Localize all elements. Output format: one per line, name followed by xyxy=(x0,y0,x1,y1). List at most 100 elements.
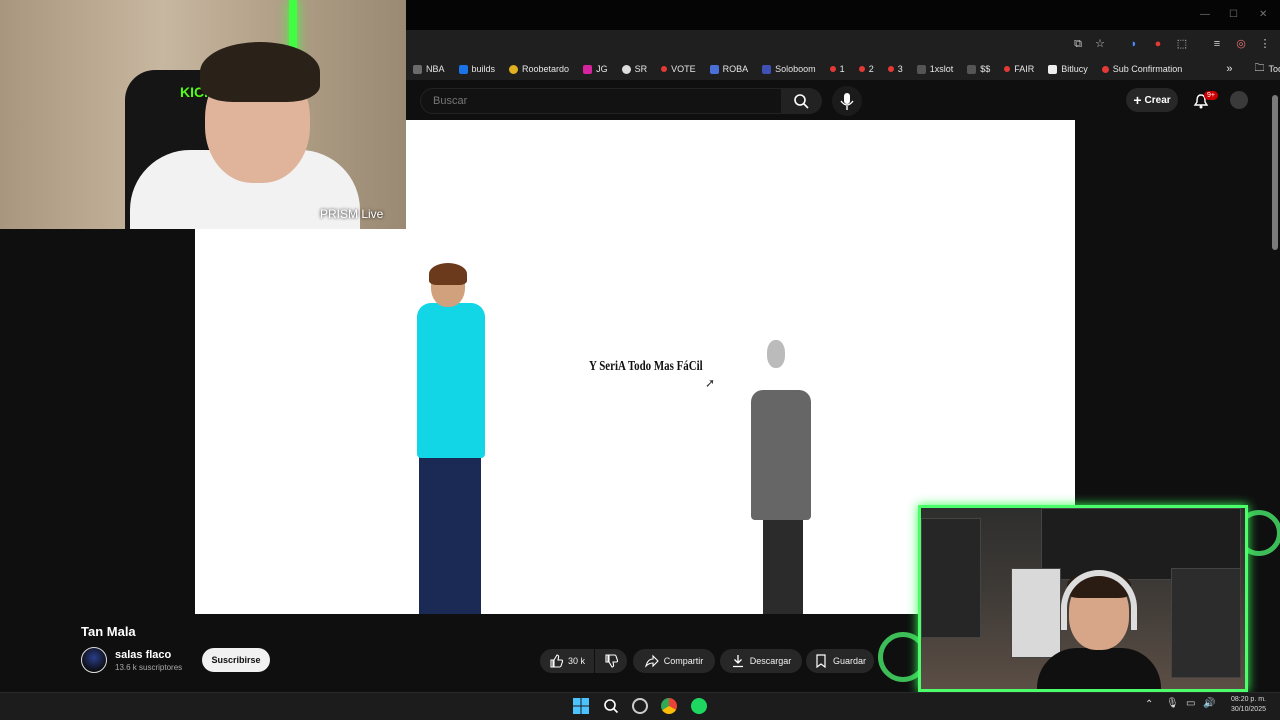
search-icon xyxy=(604,699,619,714)
profile-icon[interactable]: ◎ xyxy=(1234,37,1248,51)
microphone-icon xyxy=(840,93,854,110)
bookmark-sr[interactable]: SR xyxy=(615,59,655,79)
browser-toolbar xyxy=(406,30,1280,58)
bookmark-label: 1 xyxy=(839,64,845,74)
bookmark-favicon-icon xyxy=(661,66,668,72)
download-icon xyxy=(732,655,743,668)
search-button[interactable] xyxy=(782,88,822,114)
bookmark-builds[interactable]: builds xyxy=(452,59,503,79)
like-count: 30 k xyxy=(567,656,585,666)
bookmark-save-icon xyxy=(816,654,826,668)
video-caption-text: Y SeriA Todo Mas FáCil xyxy=(589,359,703,374)
bookmark-2[interactable]: 2 xyxy=(852,59,881,79)
browser-menu-icon[interactable]: ⋮ xyxy=(1258,37,1272,51)
prism-live-watermark: PRISM Live xyxy=(320,207,384,221)
video-title: Tan Mala xyxy=(81,624,136,639)
subscribe-button[interactable]: Suscribirse xyxy=(202,648,270,672)
bookmark-favicon-icon xyxy=(762,64,772,74)
dislike-button[interactable] xyxy=(595,649,627,673)
extension-audio-icon[interactable]: ◗ xyxy=(1127,37,1141,51)
bookmark-star-icon[interactable]: ☆ xyxy=(1093,37,1107,51)
network-icon[interactable]: ▭ xyxy=(1186,698,1195,709)
bookmark-label: 2 xyxy=(868,64,874,74)
share-button[interactable]: Compartir xyxy=(633,649,715,673)
clock-date: 30/10/2025 xyxy=(1230,706,1266,713)
bookmark-favicon-icon xyxy=(458,64,468,74)
bookmark-nba[interactable]: NBA xyxy=(406,59,452,79)
microphone-tray-icon[interactable]: 🎙 xyxy=(1166,698,1179,709)
streamer-webcam-right xyxy=(918,505,1248,692)
download-button[interactable]: Descargar xyxy=(720,649,802,673)
page-scrollbar[interactable] xyxy=(1272,95,1278,250)
bookmark-label: Sub Confirmation xyxy=(1112,64,1183,74)
bookmark-favicon-icon xyxy=(858,66,865,72)
video-person-right xyxy=(743,340,823,614)
bookmark-label: NBA xyxy=(426,64,445,74)
minimize-icon[interactable]: — xyxy=(1200,9,1210,20)
bookmark-sub-confirmation[interactable]: Sub Confirmation xyxy=(1095,59,1190,79)
close-icon[interactable]: ✕ xyxy=(1259,9,1267,20)
search-input[interactable]: Buscar xyxy=(420,88,782,114)
bookmark-soloboom[interactable]: Soloboom xyxy=(755,59,823,79)
bookmark-label: Soloboom xyxy=(775,64,816,74)
voice-search-button[interactable] xyxy=(832,86,862,116)
bookmark-favicon-icon xyxy=(1101,65,1109,73)
channel-avatar[interactable] xyxy=(81,647,107,673)
chrome-icon[interactable] xyxy=(661,698,677,714)
instagram-icon xyxy=(583,64,593,74)
bookmark-label: builds xyxy=(471,64,496,74)
taskbar-app-icon[interactable] xyxy=(632,698,648,714)
bookmark-fair[interactable]: FAIR xyxy=(997,59,1041,79)
download-label: Descargar xyxy=(749,656,792,666)
mouse-cursor-icon: ➚ xyxy=(705,376,716,390)
subscriber-count: 13.6 k suscriptores xyxy=(115,663,183,672)
extension-record-icon[interactable]: ● xyxy=(1151,37,1165,51)
all-bookmarks-folder[interactable]: 🗀Todos los favoritos xyxy=(1247,59,1280,79)
save-button[interactable]: Guardar xyxy=(806,649,874,673)
tray-chevron-up-icon[interactable]: ⌃ xyxy=(1145,699,1153,710)
bookmarks-overflow-button[interactable]: » xyxy=(1219,59,1239,79)
bookmark-favicon-icon xyxy=(887,66,894,72)
bookmark-roobetardo[interactable]: Roobetardo xyxy=(502,59,576,79)
bookmark-favicon-icon xyxy=(509,64,519,74)
extensions-icon[interactable]: ⬚ xyxy=(1175,37,1189,51)
bookmark-dollars[interactable]: $$ xyxy=(960,59,997,79)
thumbs-down-icon xyxy=(605,654,618,668)
bookmark-roba[interactable]: ROBA xyxy=(703,59,756,79)
bookmark-label: 3 xyxy=(897,64,903,74)
create-button[interactable]: + Crear xyxy=(1126,88,1178,112)
create-label: Crear xyxy=(1144,94,1171,106)
bookmark-favicon-icon xyxy=(621,64,631,74)
bookmark-favicon-icon xyxy=(829,66,836,72)
bookmark-bitlucy[interactable]: Bitlucy xyxy=(1041,59,1095,79)
volume-icon[interactable]: 🔊 xyxy=(1203,698,1215,709)
bookmark-1[interactable]: 1 xyxy=(823,59,852,79)
streamer-webcam-left: KICK xyxy=(0,0,406,229)
share-arrow-icon xyxy=(644,654,659,668)
bookmark-3[interactable]: 3 xyxy=(881,59,910,79)
plus-icon: + xyxy=(1133,92,1142,108)
search-icon xyxy=(794,94,809,109)
system-clock[interactable]: 08:20 p. m. 30/10/2025 xyxy=(1231,695,1266,715)
bookmark-label: ROBA xyxy=(722,64,749,74)
taskbar-search-button[interactable] xyxy=(603,698,619,719)
bookmark-1xslot[interactable]: 1xslot xyxy=(910,59,961,79)
media-control-icon[interactable]: ≡ xyxy=(1210,37,1224,51)
folder-icon: 🗀 xyxy=(1254,62,1265,74)
spotify-icon[interactable] xyxy=(691,698,707,714)
maximize-icon[interactable]: ☐ xyxy=(1229,9,1238,20)
bookmark-label: 1xslot xyxy=(929,64,954,74)
windows-logo-icon xyxy=(573,698,589,714)
bookmark-jg[interactable]: JG xyxy=(576,59,615,79)
save-label: Guardar xyxy=(832,656,867,666)
bookmark-vote[interactable]: VOTE xyxy=(654,59,703,79)
windows-start-button[interactable] xyxy=(573,698,589,719)
clock-time: 08:20 p. m. xyxy=(1230,696,1266,703)
like-button[interactable]: 30 k xyxy=(540,649,594,673)
bookmark-favicon-icon xyxy=(1004,66,1011,72)
bookmark-label: Bitlucy xyxy=(1061,64,1088,74)
account-avatar[interactable] xyxy=(1230,91,1248,109)
channel-name[interactable]: salas flaco xyxy=(115,649,171,661)
install-app-icon[interactable]: ⧉ xyxy=(1071,37,1085,51)
bookmark-label: JG xyxy=(596,64,608,74)
